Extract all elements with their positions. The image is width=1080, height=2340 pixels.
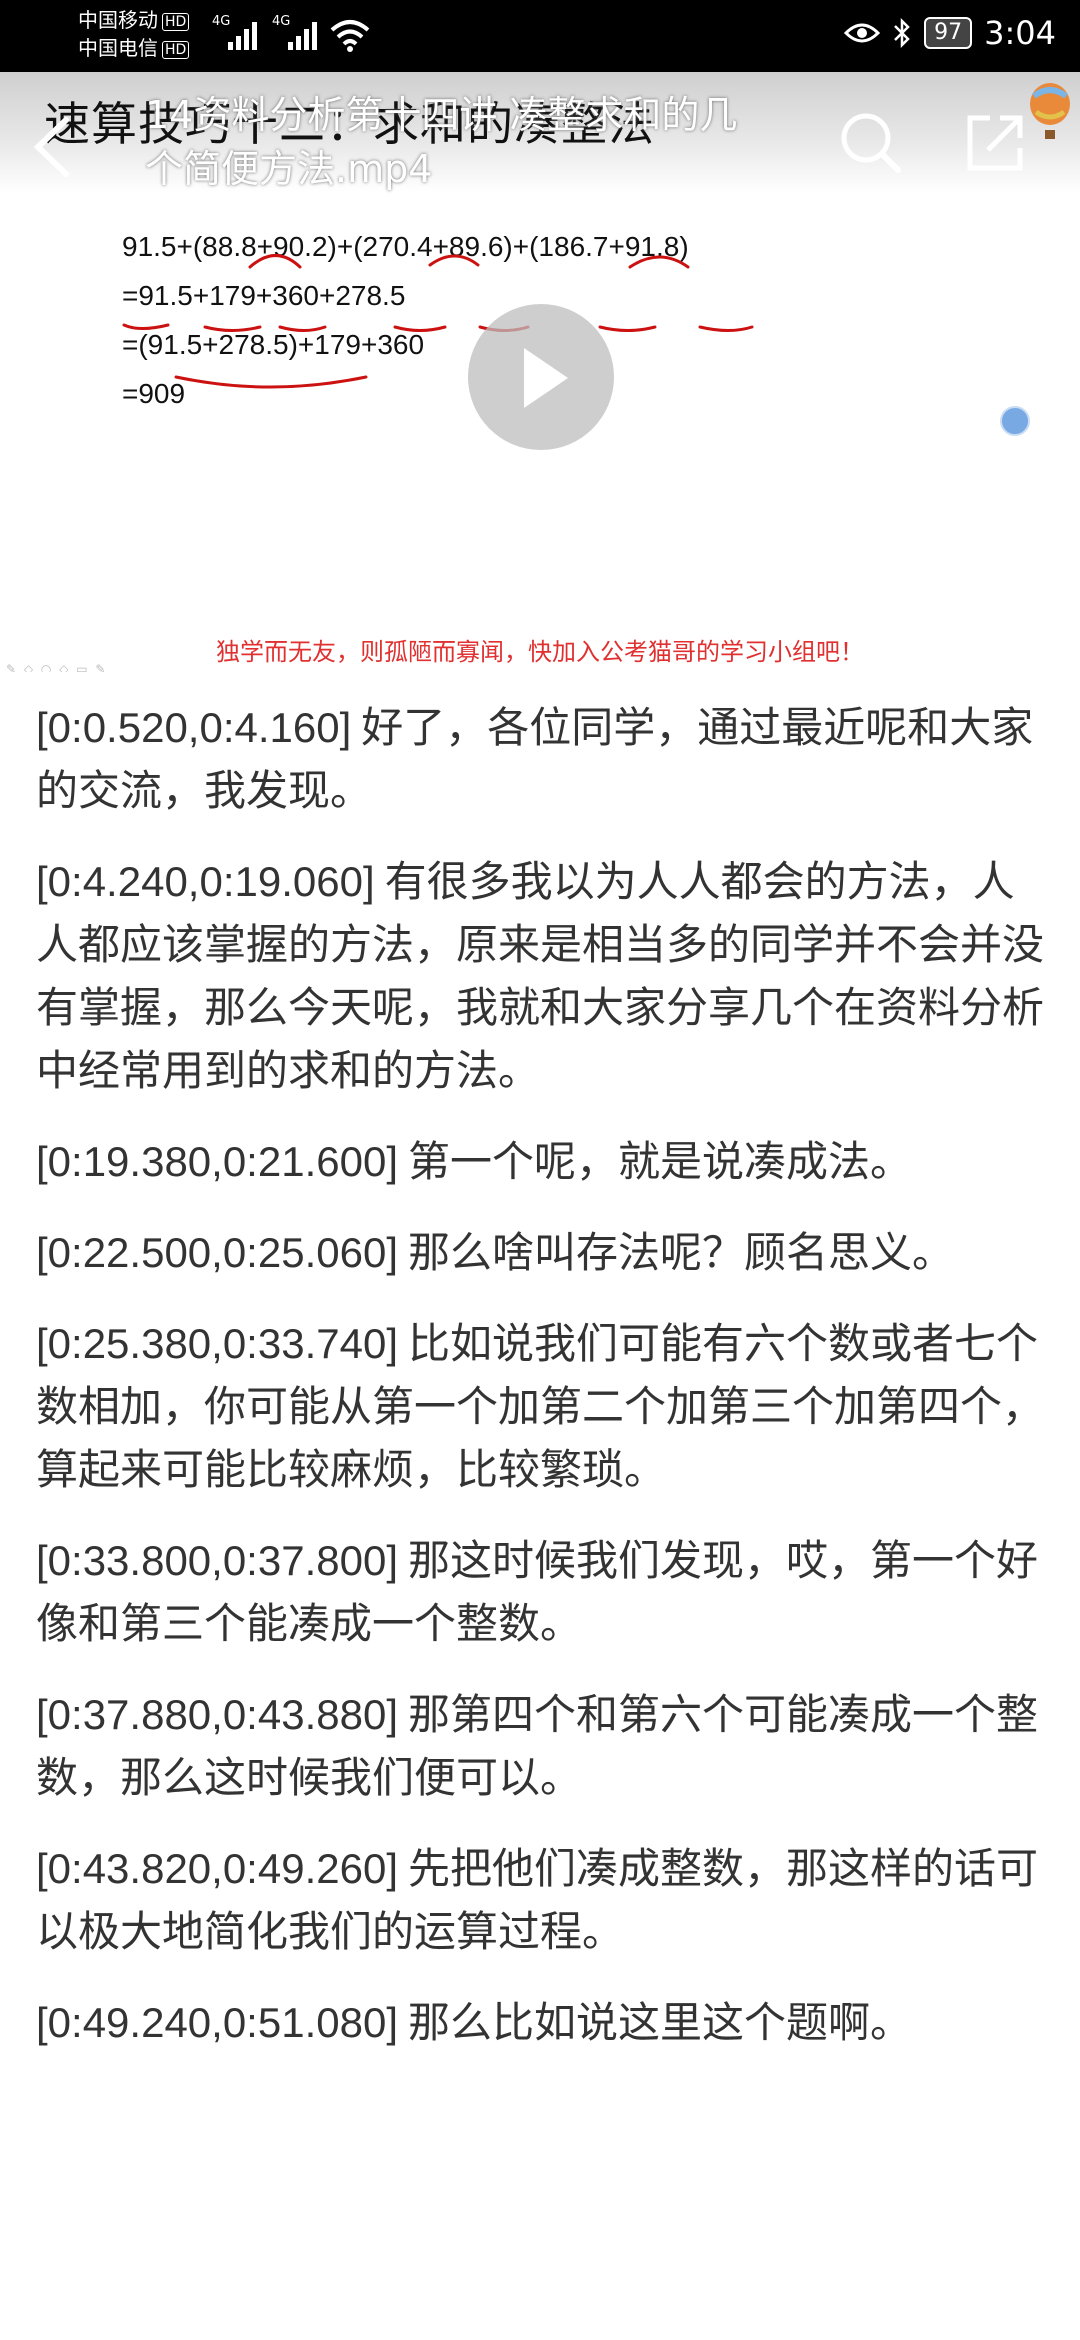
- transcript-line: [0:49.240,0:51.080] 那么比如说这里这个题啊。: [36, 1991, 1048, 2054]
- timestamp: [0:49.240,0:51.080]: [36, 1999, 398, 2046]
- video-player[interactable]: 速算技巧十二：求和的凑整法 14资料分析第十四讲 凑整求和的几个简便方法.mp4…: [0, 72, 1080, 672]
- transcript-text: 第一个呢，就是说凑成法。: [407, 1137, 912, 1186]
- timestamp: [0:33.800,0:37.800]: [36, 1537, 398, 1584]
- timestamp: [0:4.240,0:19.060]: [36, 858, 375, 905]
- transcript-line: [0:33.800,0:37.800] 那这时候我们发现，哎，第一个好像和第三个能…: [36, 1529, 1048, 1655]
- share-icon[interactable]: [960, 108, 1030, 178]
- hd-badge: HD: [162, 12, 190, 31]
- floating-ball-icon[interactable]: [1000, 406, 1030, 436]
- video-banner-text: 独学而无友，则孤陋而寡闻，快加入公考猫哥的学习小组吧！: [216, 638, 864, 666]
- transcript-line: [0:43.820,0:49.260] 先把他们凑成整数，那这样的话可以极大地简化…: [36, 1837, 1048, 1963]
- timestamp: [0:43.820,0:49.260]: [36, 1845, 398, 1892]
- transcript-text: 那么比如说这里这个题啊。: [407, 1998, 912, 2047]
- transcript-line: [0:0.520,0:4.160] 好了，各位同学，通过最近呢和大家的交流，我发现…: [36, 696, 1048, 822]
- search-icon[interactable]: [836, 108, 906, 178]
- timestamp: [0:25.380,0:33.740]: [36, 1320, 398, 1367]
- signal-icon: [288, 22, 317, 50]
- carrier-1: 中国移动: [78, 8, 158, 32]
- transcript: [0:0.520,0:4.160] 好了，各位同学，通过最近呢和大家的交流，我发现…: [36, 696, 1048, 2082]
- carrier-info: 中国移动 HD 中国电信 HD: [78, 6, 190, 62]
- wifi-icon: [330, 20, 370, 52]
- signal-icon: [228, 22, 257, 50]
- balloon-icon: [1030, 83, 1070, 139]
- bluetooth-icon: [894, 18, 910, 48]
- transcript-line: [0:25.380,0:33.740] 比如说我们可能有六个数或者七个数相加，你可…: [36, 1312, 1048, 1501]
- transcript-line: [0:22.500,0:25.060] 那么啥叫存法呢？顾名思义。: [36, 1221, 1048, 1284]
- play-button[interactable]: [468, 304, 614, 450]
- timestamp: [0:19.380,0:21.600]: [36, 1138, 398, 1185]
- timestamp: [0:0.520,0:4.160]: [36, 704, 352, 751]
- carrier-2: 中国电信: [78, 36, 158, 60]
- status-bar: 中国移动 HD 中国电信 HD 4G 4G 97 3:04: [0, 0, 1080, 72]
- timestamp: [0:37.880,0:43.880]: [36, 1691, 398, 1738]
- play-icon: [524, 348, 568, 408]
- transcript-text: 那么啥叫存法呢？顾名思义。: [407, 1228, 954, 1277]
- transcript-line: [0:37.880,0:43.880] 那第四个和第六个可能凑成一个整数，那么这时…: [36, 1683, 1048, 1809]
- battery-level: 97: [924, 17, 973, 49]
- clock: 3:04: [984, 14, 1056, 52]
- hd-badge: HD: [162, 40, 190, 59]
- status-right: 97 3:04: [844, 14, 1056, 52]
- eye-icon: [844, 23, 881, 43]
- handwritten-annotations: [122, 254, 754, 389]
- transcript-line: [0:19.380,0:21.600] 第一个呢，就是说凑成法。: [36, 1130, 1048, 1193]
- annotation-toolbar-icon: ✎ ◇ ○ ◇ ▭ ✎: [6, 662, 108, 672]
- timestamp: [0:22.500,0:25.060]: [36, 1229, 398, 1276]
- transcript-line: [0:4.240,0:19.060] 有很多我以为人人都会的方法，人人都应该掌握的…: [36, 850, 1048, 1102]
